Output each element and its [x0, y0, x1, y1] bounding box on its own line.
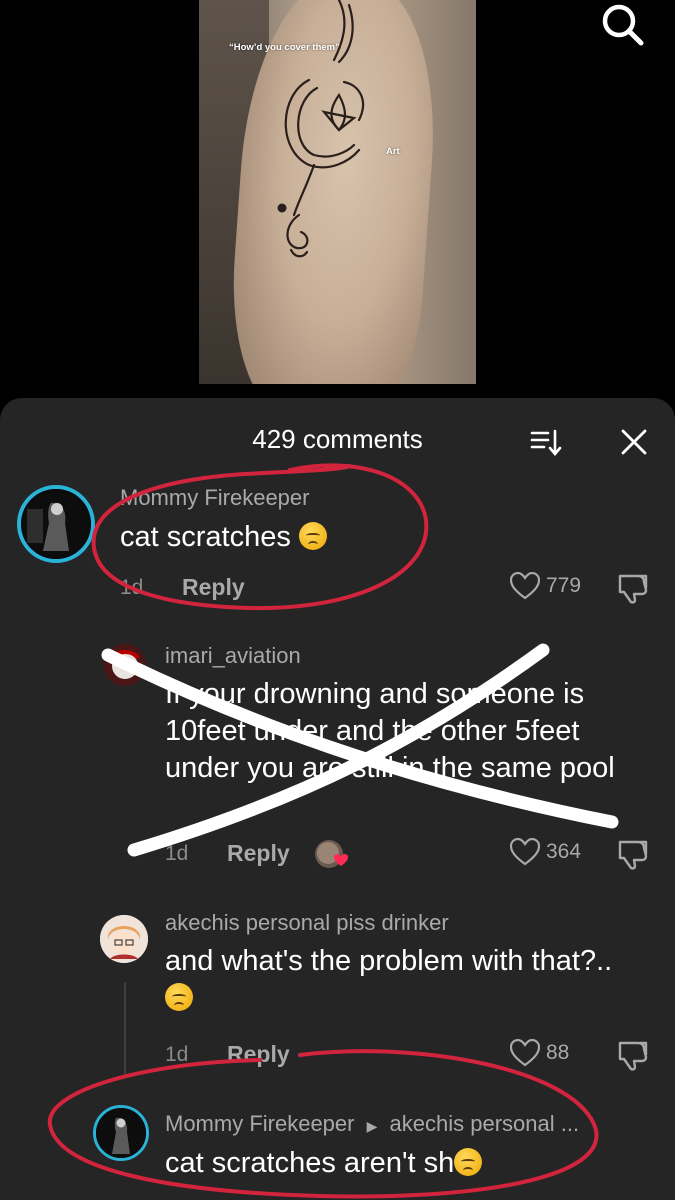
comment-time: 1d: [165, 842, 189, 865]
reply-button[interactable]: Reply: [227, 840, 290, 867]
heart-icon: [510, 572, 540, 600]
comments-sheet: 429 comments Mommy Firekeeper cat scratc…: [0, 398, 675, 1200]
tattoo-drawing: [277, 0, 365, 258]
pleading-face-emoji: [298, 522, 327, 550]
comment-time: 1d: [120, 576, 144, 599]
avatar[interactable]: [104, 644, 146, 686]
avatar[interactable]: [17, 485, 95, 563]
avatar[interactable]: [93, 1105, 149, 1161]
comment-username[interactable]: akechis personal piss drinker: [165, 910, 449, 936]
like-button[interactable]: 779: [510, 572, 581, 600]
comment-username: Mommy Firekeeper ▶ akechis personal ...: [165, 1111, 580, 1136]
like-button[interactable]: 364: [510, 838, 581, 866]
avatar-image: [96, 1108, 146, 1158]
comment-text: and what's the problem with that?..: [165, 943, 635, 1017]
reply-arrow-icon: ▶: [366, 1118, 378, 1134]
sort-icon: [530, 429, 562, 457]
comment-text: cat scratches: [120, 519, 327, 556]
dislike-button[interactable]: [616, 838, 650, 875]
thumbs-down-icon: [618, 840, 648, 870]
like-button[interactable]: 88: [510, 1039, 569, 1067]
sort-button[interactable]: [530, 428, 562, 458]
comments-header: 429 comments: [0, 398, 675, 482]
like-count: 779: [546, 574, 582, 597]
dislike-button[interactable]: [616, 1039, 650, 1076]
comment-text: cat scratches aren't sh: [165, 1145, 635, 1182]
heart-badge-icon: [334, 854, 348, 866]
thumbs-down-icon: [618, 1041, 648, 1071]
heart-icon: [510, 1039, 540, 1067]
comment-username[interactable]: Mommy Firekeeper: [120, 485, 309, 511]
like-count: 88: [546, 1041, 570, 1064]
comment-username[interactable]: imari_aviation: [165, 643, 301, 669]
reply-button[interactable]: Reply: [182, 574, 245, 601]
heart-icon: [510, 838, 540, 866]
like-count: 364: [546, 840, 582, 863]
pleading-face-emoji: [454, 1148, 483, 1176]
thumbs-down-icon: [618, 574, 648, 604]
avatar-image: [104, 644, 146, 686]
video-thumbnail[interactable]: “How’d you cover them” Art: [199, 0, 476, 384]
comment-count: 429 comments: [252, 424, 423, 454]
thread-line: [124, 982, 126, 1078]
dislike-button[interactable]: [616, 572, 650, 609]
search-icon: [602, 4, 644, 46]
pleading-face-emoji: [165, 983, 193, 1011]
video-caption-art: Art: [386, 146, 400, 157]
avatar-image: [100, 915, 148, 963]
video-caption-question: “How’d you cover them”: [229, 42, 340, 53]
comment-text: If your drowning and someone is 10feet u…: [165, 678, 615, 784]
avatar-image: [21, 489, 91, 559]
avatar[interactable]: [100, 915, 148, 963]
close-button[interactable]: [620, 428, 648, 456]
reply-button[interactable]: Reply: [227, 1041, 290, 1068]
comment-time: 1d: [165, 1043, 189, 1066]
search-button[interactable]: [600, 2, 646, 46]
close-icon: [621, 429, 647, 455]
